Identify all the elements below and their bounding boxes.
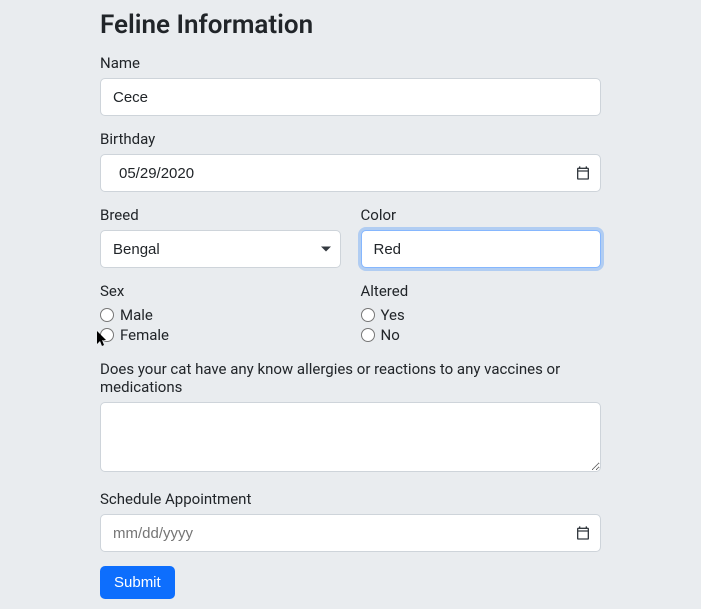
submit-button[interactable]: Submit [100,566,175,599]
breed-color-row: Breed Bengal Color [100,206,601,268]
sex-group: Sex Male Female [100,282,341,346]
altered-radio-yes[interactable] [361,308,375,322]
sex-label-male: Male [120,306,153,324]
form-container: Feline Information Name Birthday Breed B… [0,0,701,609]
allergies-textarea[interactable] [100,402,601,472]
appointment-input-wrap [100,514,601,552]
breed-label: Breed [100,206,341,224]
name-group: Name [100,54,601,116]
altered-label-yes: Yes [381,306,405,324]
birthday-input-wrap [100,154,601,192]
sex-radio-male[interactable] [100,308,114,322]
altered-label-no: No [381,326,400,344]
sex-radio-female[interactable] [100,328,114,342]
altered-label: Altered [361,282,602,300]
sex-label: Sex [100,282,341,300]
name-input[interactable] [100,78,601,116]
allergies-group: Does your cat have any know allergies or… [100,360,601,476]
name-label: Name [100,54,601,72]
birthday-input[interactable] [100,154,601,192]
breed-select[interactable]: Bengal [100,230,341,268]
altered-option-yes-row: Yes [361,306,602,324]
color-input[interactable] [361,230,602,268]
altered-option-no-row: No [361,326,602,344]
altered-group: Altered Yes No [361,282,602,346]
appointment-input[interactable] [100,514,601,552]
sex-option-male-row: Male [100,306,341,324]
birthday-label: Birthday [100,130,601,148]
appointment-label: Schedule Appointment [100,490,601,508]
breed-group: Breed Bengal [100,206,341,268]
page-title: Feline Information [100,10,601,40]
sex-option-female-row: Female [100,326,341,344]
appointment-group: Schedule Appointment [100,490,601,552]
sex-label-female: Female [120,326,169,344]
allergies-label: Does your cat have any know allergies or… [100,360,601,396]
sex-altered-row: Sex Male Female Altered Yes No [100,282,601,346]
birthday-group: Birthday [100,130,601,192]
breed-select-wrap: Bengal [100,230,341,268]
color-group: Color [361,206,602,268]
altered-radio-no[interactable] [361,328,375,342]
color-label: Color [361,206,602,224]
